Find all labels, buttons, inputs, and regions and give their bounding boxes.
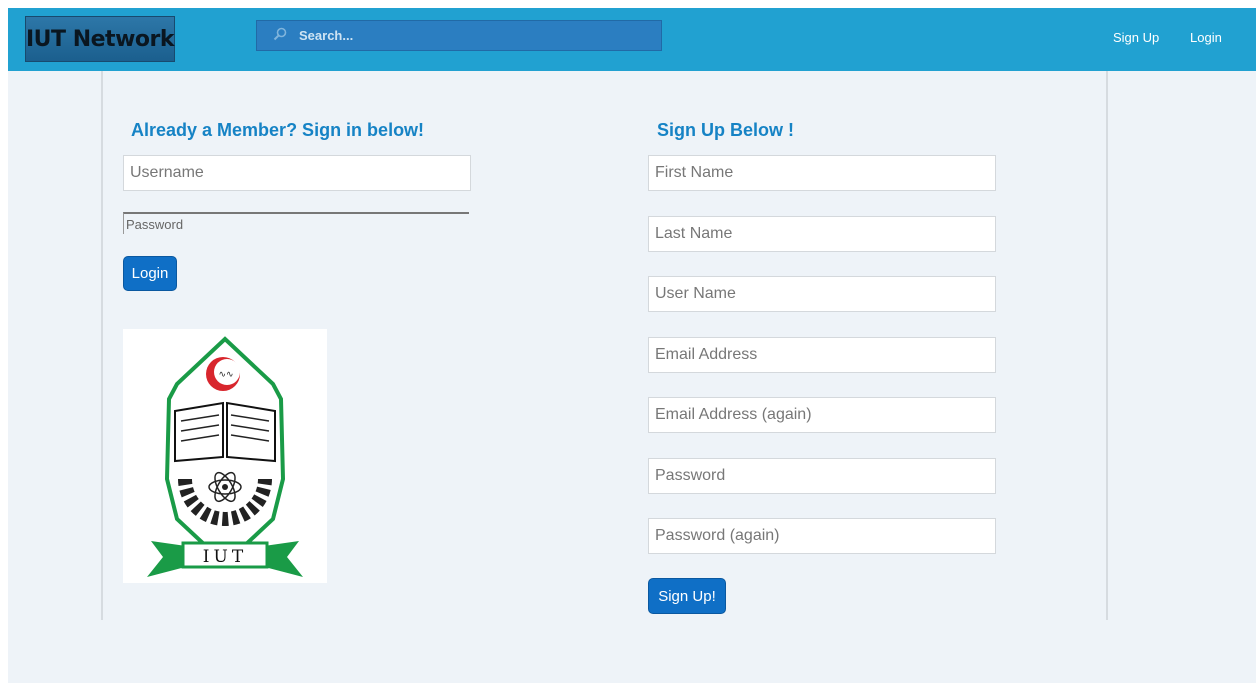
username-input[interactable] (123, 155, 471, 191)
nav-signup-link[interactable]: Sign Up (1113, 30, 1159, 45)
signup-button[interactable]: Sign Up! (648, 578, 726, 614)
logo-text: IUT (203, 547, 247, 567)
last-name-input[interactable] (648, 216, 996, 252)
nav-login-link[interactable]: Login (1190, 30, 1222, 45)
svg-text:∿∿: ∿∿ (218, 370, 233, 380)
search-bar[interactable] (256, 20, 662, 51)
left-divider (101, 71, 103, 620)
signup-password-again-input[interactable] (648, 518, 996, 554)
top-navbar: IUT Network Sign Up Login (8, 8, 1256, 71)
search-input[interactable] (299, 21, 649, 50)
signup-heading: Sign Up Below ! (657, 120, 794, 140)
signup-password-input[interactable] (648, 458, 996, 494)
search-icon (273, 27, 287, 41)
user-name-input[interactable] (648, 276, 996, 312)
email-input[interactable] (648, 337, 996, 373)
right-divider (1106, 71, 1108, 620)
password-input[interactable] (123, 212, 469, 234)
login-button[interactable]: Login (123, 256, 177, 291)
first-name-input[interactable] (648, 155, 996, 191)
iut-logo: ∿∿ IUT (123, 329, 327, 583)
brand-logo[interactable]: IUT Network (25, 16, 175, 62)
login-heading: Already a Member? Sign in below! (131, 120, 425, 140)
email-again-input[interactable] (648, 397, 996, 433)
